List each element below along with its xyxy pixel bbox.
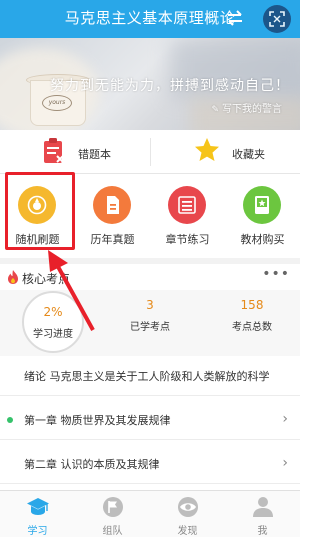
quick-actions-row: 错题本 收藏夹 (0, 130, 300, 174)
total-points-stat: 158 考点总数 (212, 296, 292, 333)
banner-slogan: 努力到无能为力，拼搏到感动自己！ (50, 78, 290, 94)
textbook-icon (243, 186, 281, 224)
grid-item-textbook[interactable]: 教材购买 (225, 174, 300, 254)
swap-arrows-icon[interactable] (226, 9, 244, 27)
grid-item-chapter-practice[interactable]: 章节练习 (150, 174, 225, 254)
cup-logo: yours (42, 95, 72, 111)
tab-label: 我 (257, 526, 268, 537)
chevron-right-icon: › (282, 455, 288, 471)
clipboard-icon (44, 138, 64, 163)
highlight-box (5, 172, 75, 250)
list-item-text: 第二章 认识的本质及其规律 (24, 458, 160, 471)
favorites-button[interactable]: 收藏夹 (150, 130, 300, 174)
progress-value: 2% (43, 305, 63, 319)
progress-ring[interactable]: 2% 学习进度 (22, 291, 84, 353)
total-points-label: 考点总数 (232, 322, 272, 333)
tab-team[interactable]: 组队 (75, 491, 150, 537)
wrong-book-label: 错题本 (78, 148, 111, 161)
motto-banner[interactable]: yours 努力到无能为力，拼搏到感动自己！ ✎ 写下我的警言 (0, 38, 300, 130)
chapter-practice-icon (168, 186, 206, 224)
pencil-icon: ✎ (211, 105, 219, 115)
fire-icon (8, 270, 18, 284)
bottom-tab-bar: 学习 组队 发现 我 (0, 490, 300, 537)
wrong-book-button[interactable]: 错题本 (0, 130, 150, 174)
scan-button[interactable] (263, 5, 291, 33)
tab-study[interactable]: 学习 (0, 491, 75, 537)
tab-me[interactable]: 我 (225, 491, 300, 537)
eye-icon (178, 497, 198, 517)
status-dot (7, 417, 13, 423)
past-papers-icon (93, 186, 131, 224)
core-points-header: 核心考点 ••• (0, 264, 300, 290)
grid-item-past-papers[interactable]: 历年真题 (75, 174, 150, 254)
more-options-icon[interactable]: ••• (262, 266, 290, 282)
progress-label: 学习进度 (33, 329, 73, 340)
learned-points-stat: 3 已学考点 (110, 296, 190, 333)
app-header: 马克思主义基本原理概论 (0, 0, 300, 38)
chevron-right-icon: › (282, 411, 288, 427)
favorites-label: 收藏夹 (232, 148, 265, 161)
list-item[interactable]: 第二章 认识的本质及其规律 › (0, 444, 300, 484)
flag-icon (103, 497, 123, 517)
grid-item-label: 历年真题 (90, 233, 135, 246)
scan-icon (269, 11, 285, 27)
tab-label: 发现 (177, 526, 198, 537)
graduation-cap-icon (27, 498, 49, 515)
list-item-text: 绪论 马克思主义是关于工人阶级和人类解放的科学 (24, 370, 270, 383)
tab-label: 组队 (102, 526, 123, 537)
write-motto-link[interactable]: ✎ 写下我的警言 (211, 100, 282, 115)
page-title: 马克思主义基本原理概论 (64, 9, 236, 27)
learned-points-label: 已学考点 (130, 322, 170, 333)
total-points-value: 158 (240, 298, 264, 312)
tab-label: 学习 (27, 526, 48, 537)
progress-stats: 2% 学习进度 3 已学考点 158 考点总数 (0, 290, 300, 356)
tab-discover[interactable]: 发现 (150, 491, 225, 537)
star-icon (195, 138, 219, 161)
grid-item-label: 教材购买 (240, 233, 285, 246)
user-icon (253, 497, 273, 517)
learned-points-value: 3 (146, 298, 154, 312)
list-item-text: 第一章 物质世界及其发展规律 (24, 414, 171, 427)
list-item[interactable]: 第一章 物质世界及其发展规律 › (0, 400, 300, 440)
core-points-title: 核心考点 (22, 272, 71, 286)
list-item[interactable]: 绪论 马克思主义是关于工人阶级和人类解放的科学 (0, 356, 300, 396)
write-motto-label: 写下我的警言 (222, 104, 282, 115)
grid-item-label: 章节练习 (165, 233, 210, 246)
